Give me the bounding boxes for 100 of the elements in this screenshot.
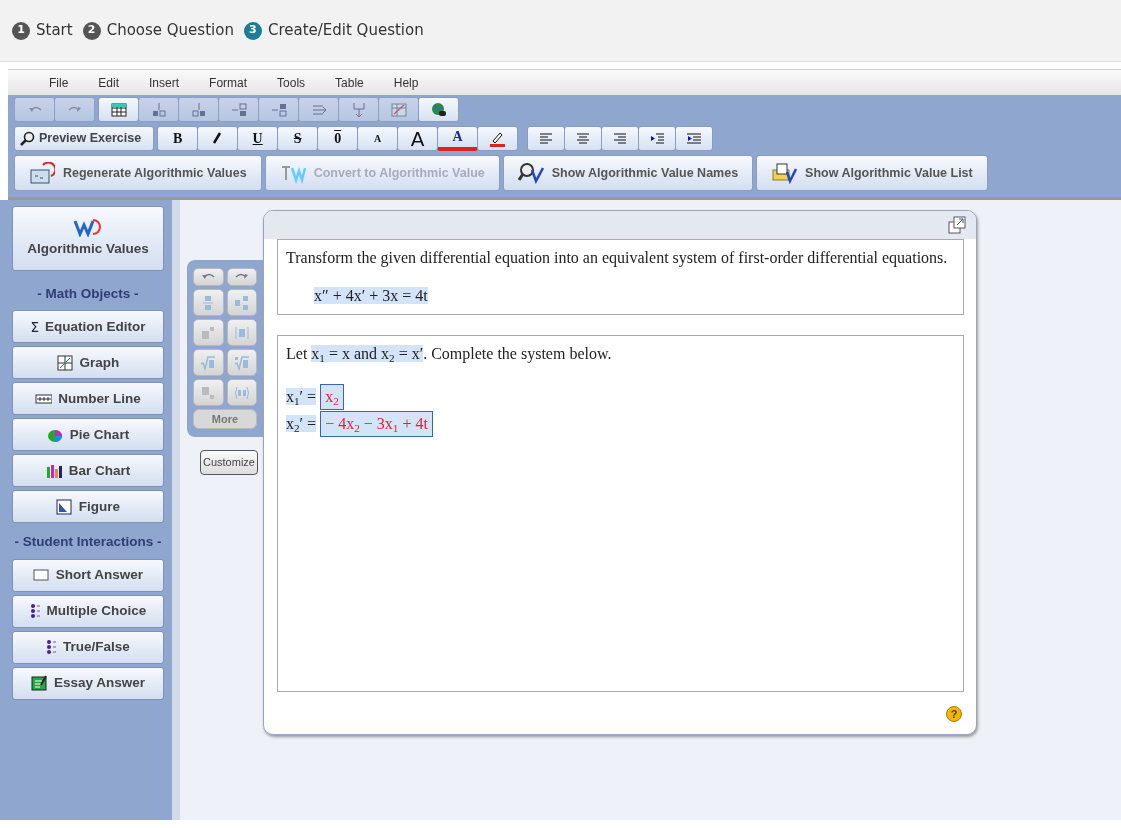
sidebar-button[interactable]: Essay Answer bbox=[12, 666, 164, 700]
folder-icon bbox=[771, 162, 798, 184]
format-button[interactable]: S bbox=[277, 126, 319, 151]
algorithmic-values-button[interactable]: Algorithmic Values bbox=[12, 206, 164, 271]
menu-item[interactable]: File bbox=[34, 73, 84, 92]
format-button[interactable]: 0 bbox=[317, 126, 359, 151]
insert-row-icon bbox=[150, 101, 167, 118]
notepad-icon bbox=[30, 675, 48, 691]
graph-icon bbox=[56, 354, 74, 371]
align-button[interactable] bbox=[527, 126, 566, 151]
text-box-icon bbox=[32, 567, 50, 583]
expand-icon[interactable] bbox=[948, 216, 966, 234]
magnifier-icon bbox=[517, 162, 544, 184]
algorithm-button[interactable]: Show Algorithmic Value Names bbox=[502, 155, 754, 191]
format-button[interactable]: B bbox=[157, 126, 199, 151]
ordered-pair-icon bbox=[233, 384, 250, 401]
menu-item[interactable]: Help bbox=[378, 73, 434, 92]
palette-button[interactable] bbox=[226, 268, 257, 286]
pen-icon bbox=[489, 130, 507, 147]
step-label: Start bbox=[36, 20, 73, 42]
equation: x″ + 4x′ + 3x = 4t bbox=[314, 286, 429, 306]
search-icon bbox=[19, 130, 35, 147]
options-icon bbox=[46, 639, 58, 655]
align-button[interactable] bbox=[564, 126, 603, 151]
align-center-icon bbox=[575, 130, 592, 147]
refresh-icon bbox=[29, 162, 55, 184]
indent-icon bbox=[686, 130, 703, 147]
sidebar-button[interactable]: Multiple Choice bbox=[12, 594, 164, 628]
palette-button[interactable] bbox=[226, 319, 257, 346]
mixed-number-icon bbox=[233, 294, 250, 311]
step-number: 2 bbox=[82, 21, 101, 40]
delete-row-icon bbox=[350, 101, 367, 118]
answer-field[interactable]: x$_{2}$ bbox=[320, 384, 344, 410]
sidebar-button[interactable]: Short Answer bbox=[12, 558, 164, 592]
palette-button[interactable] bbox=[226, 289, 257, 316]
preview-button[interactable]: Preview Exercise bbox=[14, 126, 155, 151]
toolbar-button[interactable] bbox=[98, 97, 139, 122]
equation-label: x$_{1}$′ = bbox=[286, 388, 317, 405]
insert-row-icon bbox=[190, 101, 207, 118]
align-right-icon bbox=[612, 130, 629, 147]
menu-item[interactable]: Tools bbox=[262, 73, 321, 92]
format-button[interactable]: A bbox=[437, 126, 479, 151]
align-left-icon bbox=[538, 130, 555, 147]
equation-label: x$_{2}$′ = bbox=[286, 415, 317, 432]
globe-icon bbox=[430, 101, 447, 118]
customize-button[interactable]: Customize bbox=[200, 450, 258, 475]
algorithm-button[interactable]: Regenerate Algorithmic Values bbox=[14, 155, 262, 191]
insert-column-icon bbox=[230, 101, 247, 118]
menu-item[interactable]: Format bbox=[194, 73, 263, 92]
palette-button[interactable] bbox=[193, 319, 224, 346]
sidebar-button[interactable]: Figure bbox=[12, 490, 164, 524]
format-button[interactable]: A bbox=[397, 126, 439, 151]
format-button[interactable] bbox=[197, 126, 239, 151]
outdent-icon bbox=[649, 130, 666, 147]
align-button[interactable] bbox=[601, 126, 640, 151]
palette-button[interactable] bbox=[193, 268, 224, 286]
toolbar-button[interactable] bbox=[418, 97, 459, 122]
section-heading: - Math Objects - bbox=[36, 285, 140, 303]
sidebar-button[interactable]: Σ Equation Editor bbox=[12, 310, 164, 344]
step-number: 3 bbox=[243, 21, 262, 40]
align-button[interactable] bbox=[675, 126, 714, 151]
square-root-icon bbox=[200, 354, 217, 371]
answer-field[interactable]: − 4x$_{2}$ − 3x$_{1}$ + 4t bbox=[320, 411, 433, 437]
palette-button[interactable] bbox=[193, 349, 224, 376]
logo-icon bbox=[73, 217, 103, 238]
absolute-value-icon bbox=[233, 324, 250, 341]
palette-button[interactable] bbox=[226, 349, 257, 376]
sigma-icon: Σ bbox=[30, 316, 39, 337]
sidebar-button[interactable]: Graph bbox=[12, 346, 164, 380]
menu-item[interactable]: Edit bbox=[83, 73, 135, 92]
nth-root-icon bbox=[233, 354, 250, 371]
question-text: Transform the given differential equation into an equivalent system of first-order differential equations. bbox=[286, 248, 949, 269]
sidebar-button[interactable]: True/False bbox=[12, 630, 164, 664]
delete-table-icon bbox=[390, 101, 407, 118]
algorithm-button[interactable]: Show Algorithmic Value List bbox=[756, 155, 988, 191]
instruction-text: Let x$_{1}$ = x and x$_{2}$ = x′. Complete the system below. bbox=[286, 344, 613, 366]
sidebar-button[interactable]: Number Line bbox=[12, 382, 164, 416]
menu-item[interactable]: Table bbox=[320, 73, 379, 92]
options-icon bbox=[29, 603, 41, 619]
exponent-icon bbox=[200, 324, 217, 341]
format-button[interactable]: A bbox=[357, 126, 399, 151]
format-button[interactable] bbox=[477, 126, 519, 151]
bar-chart-icon bbox=[45, 462, 63, 479]
table-icon bbox=[110, 101, 127, 118]
step-label: Choose Question bbox=[106, 20, 234, 42]
palette-button[interactable] bbox=[226, 379, 257, 406]
figure-icon bbox=[55, 498, 73, 515]
section-heading: - Student Interactions - bbox=[13, 533, 163, 552]
align-button[interactable] bbox=[638, 126, 677, 151]
step-number: 1 bbox=[12, 21, 30, 40]
help-button[interactable]: ? bbox=[946, 706, 962, 722]
sidebar-button[interactable]: Pie Chart bbox=[12, 418, 164, 452]
subscript-icon bbox=[200, 384, 217, 401]
sidebar-button[interactable]: Bar Chart bbox=[12, 454, 164, 488]
menu-item[interactable]: Insert bbox=[134, 73, 195, 92]
palette-button[interactable] bbox=[193, 289, 224, 316]
format-button[interactable]: U bbox=[237, 126, 279, 151]
step-label: Create/Edit Question bbox=[267, 20, 424, 42]
insert-column-icon bbox=[270, 101, 287, 118]
palette-button[interactable] bbox=[193, 379, 224, 406]
